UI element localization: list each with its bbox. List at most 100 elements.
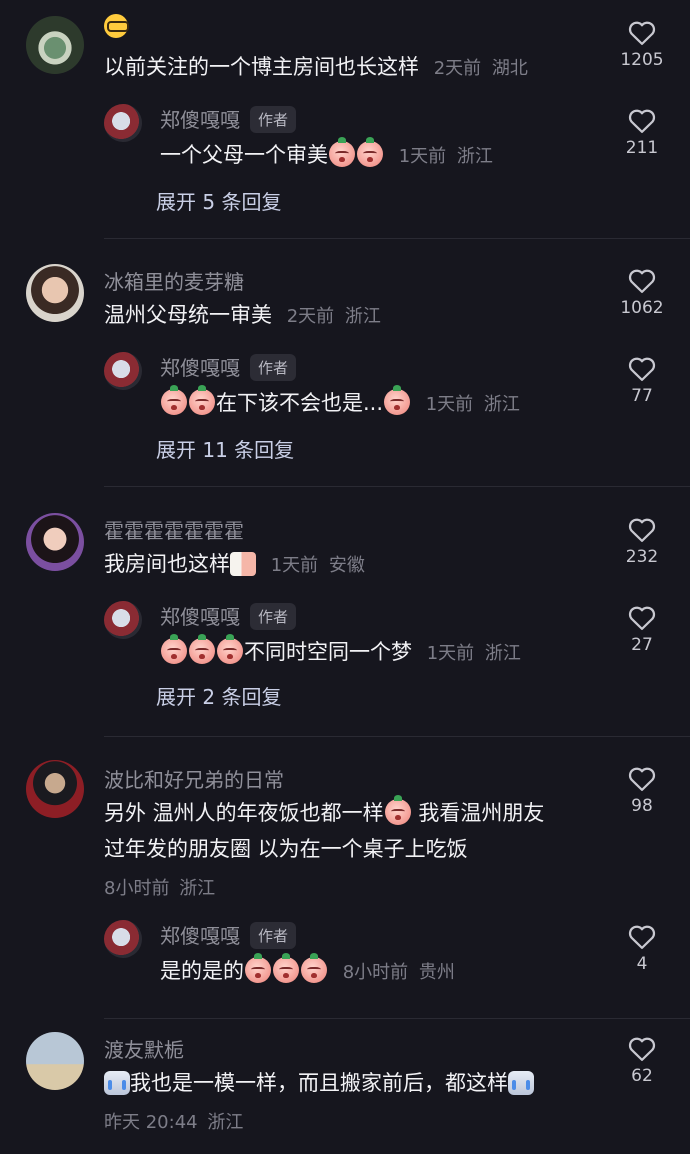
- comment-location: 安徽: [328, 555, 365, 576]
- avatar[interactable]: [26, 16, 84, 74]
- reply-author-name[interactable]: 郑傻嘎嘎 作者: [160, 920, 297, 949]
- divider: [104, 238, 690, 239]
- comment-text: 我也是一模一样，而且搬家前后，都这样: [104, 1066, 534, 1100]
- nerd-face-emoji-icon: [104, 14, 129, 38]
- crying-tomato-emoji-icon: [273, 953, 299, 983]
- like-button[interactable]: 1062: [612, 266, 672, 318]
- crying-face-emoji-icon: [508, 1071, 534, 1095]
- reply-time: 1天前: [425, 394, 474, 415]
- reply-location: 贵州: [418, 962, 455, 983]
- commenter-name[interactable]: 霍霍霍霍霍霍霍: [104, 515, 244, 544]
- crying-tomato-emoji-icon: [357, 137, 383, 167]
- like-count: 4: [636, 954, 648, 974]
- reply-text: 在下该不会也是... 1天前 浙江: [160, 385, 520, 422]
- author-badge: 作者: [250, 922, 297, 949]
- crying-tomato-emoji-icon: [301, 953, 327, 983]
- like-count: 211: [625, 138, 659, 158]
- sign-emoji-icon: [230, 552, 256, 576]
- heart-outline-icon: [628, 269, 656, 293]
- comment-time: 昨天 20:44: [104, 1112, 198, 1133]
- avatar[interactable]: [26, 760, 84, 818]
- reply-time: 1天前: [426, 643, 475, 664]
- reply-time: 1天前: [398, 146, 447, 167]
- comment-text: 以前关注的一个博主房间也长这样 2天前 湖北: [104, 55, 528, 79]
- reply-like-button[interactable]: 77: [612, 354, 672, 406]
- comment-time: 2天前: [433, 58, 482, 79]
- commenter-name[interactable]: 波比和好兄弟的日常: [104, 764, 284, 793]
- avatar[interactable]: [26, 513, 84, 571]
- crying-tomato-emoji-icon: [189, 385, 215, 415]
- author-badge: 作者: [250, 603, 297, 630]
- like-count: 62: [631, 1066, 653, 1086]
- reply-like-button[interactable]: 211: [612, 106, 672, 158]
- like-count: 1205: [620, 50, 664, 70]
- reply-avatar[interactable]: [104, 352, 142, 390]
- reply-text: 是的是的 8小时前 贵州: [160, 953, 455, 990]
- crying-tomato-emoji-icon: [161, 634, 187, 664]
- reply-location: 浙江: [483, 394, 520, 415]
- commenter-name[interactable]: [104, 14, 129, 39]
- heart-outline-icon: [628, 606, 656, 630]
- crying-tomato-emoji-icon: [384, 795, 411, 825]
- crying-face-emoji-icon: [104, 1071, 130, 1095]
- heart-outline-icon: [628, 767, 656, 791]
- comment-time: 1天前: [270, 555, 319, 576]
- reply-location: 浙江: [456, 146, 493, 167]
- comment-text: 我房间也这样 1天前 安徽: [104, 552, 365, 576]
- like-count: 98: [631, 796, 653, 816]
- reply-author-name[interactable]: 郑傻嘎嘎 作者: [160, 352, 297, 381]
- reply-avatar[interactable]: [104, 104, 142, 142]
- like-button[interactable]: 98: [612, 764, 672, 816]
- crying-tomato-emoji-icon: [245, 953, 271, 983]
- heart-outline-icon: [628, 357, 656, 381]
- expand-replies-button[interactable]: 展开 2 条回复: [156, 681, 281, 710]
- comment-meta: 8小时前 浙江: [104, 874, 215, 900]
- author-badge: 作者: [250, 354, 297, 381]
- reply-location: 浙江: [484, 643, 521, 664]
- avatar[interactable]: [26, 264, 84, 322]
- like-button[interactable]: 1205: [612, 18, 672, 70]
- heart-outline-icon: [628, 109, 656, 133]
- reply-author-name[interactable]: 郑傻嘎嘎 作者: [160, 104, 297, 133]
- divider: [104, 486, 690, 487]
- commenter-name[interactable]: 冰箱里的麦芽糖: [104, 266, 244, 295]
- reply-like-button[interactable]: 4: [612, 922, 672, 974]
- comment-time: 8小时前: [104, 878, 170, 899]
- heart-outline-icon: [628, 518, 656, 542]
- crying-tomato-emoji-icon: [161, 385, 187, 415]
- divider: [104, 1018, 690, 1019]
- comment-meta: 昨天 20:44 浙江: [104, 1108, 243, 1134]
- like-count: 27: [631, 635, 653, 655]
- heart-outline-icon: [628, 1037, 656, 1061]
- commenter-name[interactable]: 渡友默栀: [104, 1034, 184, 1063]
- heart-outline-icon: [628, 925, 656, 949]
- reply-avatar[interactable]: [104, 601, 142, 639]
- like-button[interactable]: 62: [612, 1034, 672, 1086]
- comment-location: 浙江: [344, 306, 381, 327]
- comment-text-line-1: 另外 温州人的年夜饭也都一样 我看温州朋友: [104, 795, 544, 830]
- heart-outline-icon: [628, 21, 656, 45]
- like-count: 232: [625, 547, 659, 567]
- like-button[interactable]: 232: [612, 515, 672, 567]
- like-count: 77: [631, 386, 653, 406]
- reply-text: 一个父母一个审美 1天前 浙江: [160, 137, 493, 174]
- reply-author-name[interactable]: 郑傻嘎嘎 作者: [160, 601, 297, 630]
- divider: [104, 736, 690, 737]
- crying-tomato-emoji-icon: [329, 137, 355, 167]
- expand-replies-button[interactable]: 展开 11 条回复: [156, 434, 294, 463]
- like-count: 1062: [620, 298, 664, 318]
- comment-location: 湖北: [491, 58, 528, 79]
- comment-text-line-2: 过年发的朋友圈 以为在一个桌子上吃饭: [104, 837, 468, 861]
- reply-text: 不同时空同一个梦 1天前 浙江: [160, 634, 521, 671]
- comment-location: 浙江: [207, 1112, 244, 1133]
- avatar[interactable]: [26, 1032, 84, 1090]
- reply-like-button[interactable]: 27: [612, 603, 672, 655]
- expand-replies-button[interactable]: 展开 5 条回复: [156, 186, 281, 215]
- comment-time: 2天前: [286, 306, 335, 327]
- reply-time: 8小时前: [342, 962, 409, 983]
- reply-avatar[interactable]: [104, 920, 142, 958]
- crying-tomato-emoji-icon: [189, 634, 215, 664]
- comment-text: 温州父母统一审美 2天前 浙江: [104, 303, 381, 327]
- crying-tomato-emoji-icon: [384, 385, 411, 415]
- crying-tomato-emoji-icon: [217, 634, 243, 664]
